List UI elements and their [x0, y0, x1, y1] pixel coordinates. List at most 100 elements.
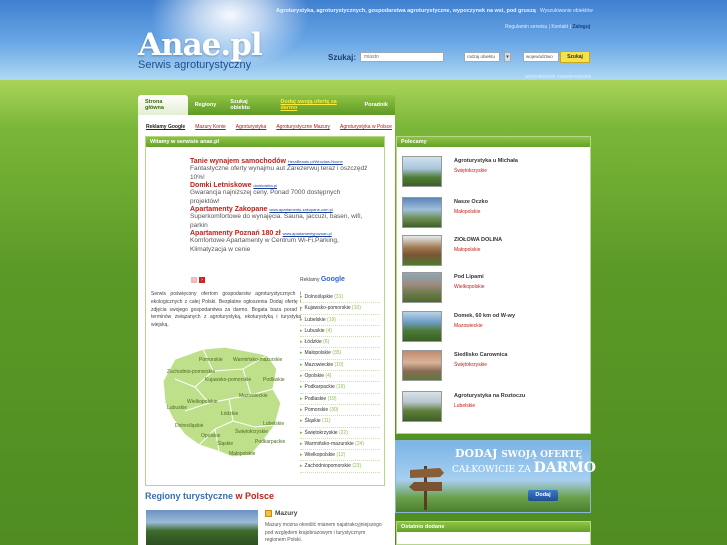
ad-title[interactable]: Domki Letniskowe domkostka.pl: [190, 182, 370, 189]
map-label: Pomorskie: [199, 357, 223, 363]
mazury-photo[interactable]: [146, 510, 258, 545]
listing-name[interactable]: ZIOŁOWA DOLINA: [454, 237, 502, 243]
recommended-item[interactable]: Agroturystyka u Michała Świętokrzyskie: [400, 156, 588, 189]
search-button[interactable]: Szukaj: [560, 51, 590, 63]
map-label: Podkarpackie: [255, 439, 286, 445]
next-arrow-icon[interactable]: ›: [199, 277, 205, 283]
map-label: Warmińsko-mazurskie: [233, 357, 282, 363]
region-list: Dolnośląskie (31) Kujawsko-pomorskie (10…: [300, 292, 380, 473]
ad-description: Fantastyczne oferty wynajmu aut Zarezerw…: [190, 165, 368, 181]
ad-link[interactable]: Agroturystyka: [236, 124, 267, 130]
listing-name[interactable]: Domek, 60 km od W-wy: [454, 313, 515, 319]
region-item[interactable]: Podlaskie (19): [300, 394, 380, 405]
signpost-icon: [409, 466, 444, 510]
text-ads: Tanie wynajem samochodów HeraBeauto.pl/W…: [190, 158, 370, 254]
login-link[interactable]: Zaloguj: [572, 24, 590, 30]
map-label: Zachodnio-pomorskie: [167, 369, 215, 375]
banner-line2: CAŁKOWICIE ZA DARMO: [452, 460, 596, 476]
ad-description: Superkomfortowe do wynajęcia. Sauna, jac…: [190, 213, 363, 229]
recommended-item[interactable]: Domek, 60 km od W-wy Mazowieckie: [400, 311, 588, 344]
listing-region: Wielkopolskie: [454, 284, 485, 290]
advanced-search-link[interactable]: wyszukiwanie zaawansowane: [525, 74, 591, 80]
nav-guide[interactable]: Poradnik: [357, 95, 395, 115]
listing-thumbnail[interactable]: [402, 272, 442, 303]
region-item[interactable]: Małopolskie (35): [300, 348, 380, 360]
site-logo[interactable]: Anae.pl Serwis agroturystyczny: [138, 27, 263, 71]
recently-added-panel: Ostatnio dodane: [396, 521, 591, 545]
map-label: Podlaskie: [263, 377, 285, 383]
map-label: Małopolskie: [229, 451, 256, 457]
region-item[interactable]: Podkarpackie (19): [300, 382, 380, 394]
region-item[interactable]: Lubuskie (4): [300, 326, 380, 338]
nav-search-object[interactable]: Szukaj obiektu: [223, 95, 273, 115]
search-label: Szukaj:: [328, 52, 357, 62]
prev-arrow-icon[interactable]: ‹: [191, 277, 197, 283]
region-item[interactable]: Warmińsko-mazurskie (24): [300, 439, 380, 451]
ad-description: Gwarancja najniższej ceny. Ponad 7000 do…: [190, 189, 341, 205]
main-nav: Strona główna Regiony Szukaj obiektu Dod…: [138, 95, 395, 115]
listing-name[interactable]: Pod Lipami: [454, 274, 484, 280]
listing-region: Małopolskie: [454, 247, 481, 253]
map-label: Lubelskie: [263, 421, 284, 427]
ad-link[interactable]: Agroturystyczne Mazury: [276, 124, 330, 130]
intro-text: Serwis poświęcony ofertom gospodarstw ag…: [151, 291, 301, 329]
ad-pager: ‹ ›: [191, 277, 205, 283]
nav-regions[interactable]: Regiony: [188, 95, 224, 115]
region-item[interactable]: Mazowieckie (10): [300, 360, 380, 372]
region-item[interactable]: Pomorskie (30): [300, 405, 380, 417]
listing-thumbnail[interactable]: [402, 156, 442, 187]
recommended-item[interactable]: ZIOŁOWA DOLINA Małopolskie: [400, 235, 588, 268]
nav-add-offer[interactable]: Dodaj swoją ofertę za darmo: [273, 95, 357, 115]
logo-subtitle: Serwis agroturystyczny: [138, 59, 252, 71]
region-item[interactable]: Lubelskie (19): [300, 315, 380, 326]
recommended-item[interactable]: Pod Lipami Wielkopolskie: [400, 272, 588, 305]
listing-thumbnail[interactable]: [402, 350, 442, 381]
ad-link[interactable]: Mazury Konie: [195, 124, 226, 130]
listing-thumbnail[interactable]: [402, 391, 442, 422]
region-item[interactable]: Świętokrzyskie (22): [300, 428, 380, 439]
top-right-link[interactable]: Wyszukiwanie obiektów: [540, 8, 593, 14]
map-label: Śląskie: [217, 439, 233, 447]
ad-title[interactable]: Apartamenty Zakopane www.apartamenty-zak…: [190, 206, 370, 213]
ad-title[interactable]: Apartamenty Poznań 180 zł www.apartament…: [190, 230, 370, 237]
listing-thumbnail[interactable]: [402, 197, 442, 228]
listing-name[interactable]: Siedlisko Carownica: [454, 352, 508, 358]
chevron-down-icon[interactable]: ▾: [504, 52, 512, 62]
region-item[interactable]: Śląskie (11): [300, 416, 380, 428]
map-label: Opolskie: [201, 433, 221, 439]
header-links[interactable]: Regulamin serwisu | Kontakt |: [505, 24, 571, 30]
map-label: Dolnośląskie: [175, 423, 204, 429]
featured-region-heading[interactable]: Mazury: [265, 510, 297, 517]
region-item[interactable]: Dolnośląskie (31): [300, 292, 380, 304]
listing-region: Lubelskie: [454, 403, 476, 409]
nav-home[interactable]: Strona główna: [138, 95, 188, 115]
header-tagline: Agroturystyka, agroturystycznych, gospod…: [276, 8, 536, 14]
listing-name[interactable]: Nasze Oczko: [454, 199, 488, 205]
recommended-item[interactable]: Agroturystyka na Roztoczu Lubelskie: [400, 391, 588, 424]
listing-thumbnail[interactable]: [402, 235, 442, 266]
region-item[interactable]: Opolskie (4): [300, 371, 380, 383]
listing-name[interactable]: Agroturystyka na Roztoczu: [454, 393, 525, 399]
region-item[interactable]: Kujawsko-pomorskie (10): [300, 303, 380, 315]
ad-title[interactable]: Tanie wynajem samochodów HeraBeauto.pl/W…: [190, 158, 370, 165]
poland-map[interactable]: Pomorskie Warmińsko-mazurskie Zachodnio-…: [155, 341, 295, 461]
region-item[interactable]: Wielkopolskie (12): [300, 450, 380, 462]
map-label: Mazowieckie: [239, 393, 268, 399]
listing-region: Świętokrzyskie: [454, 168, 488, 174]
recently-added-title: Ostatnio dodane: [397, 522, 590, 532]
region-item[interactable]: Zachodniopomorskie (23): [300, 461, 380, 473]
voivodeship-select[interactable]: województwo: [523, 52, 560, 62]
search-input[interactable]: [360, 52, 445, 62]
ad-link[interactable]: Agroturystyka w Polsce: [340, 124, 392, 130]
object-type-select[interactable]: rodzaj obiektu: [464, 52, 501, 62]
recommended-item[interactable]: Siedlisko Carownica Świętokrzyskie: [400, 350, 588, 383]
map-label: Kujawsko-pomorskie: [205, 377, 251, 383]
listing-thumbnail[interactable]: [402, 311, 442, 342]
region-item[interactable]: Łódzkie (6): [300, 337, 380, 349]
banner-add-button[interactable]: Dodaj: [528, 490, 558, 501]
listing-name[interactable]: Agroturystyka u Michała: [454, 158, 518, 164]
recommended-item[interactable]: Nasze Oczko Małopolskie: [400, 197, 588, 230]
map-label: Wielkopolskie: [187, 399, 218, 405]
welcome-title: Witamy w serwisie anae.pl: [146, 137, 384, 147]
listing-region: Małopolskie: [454, 209, 481, 215]
